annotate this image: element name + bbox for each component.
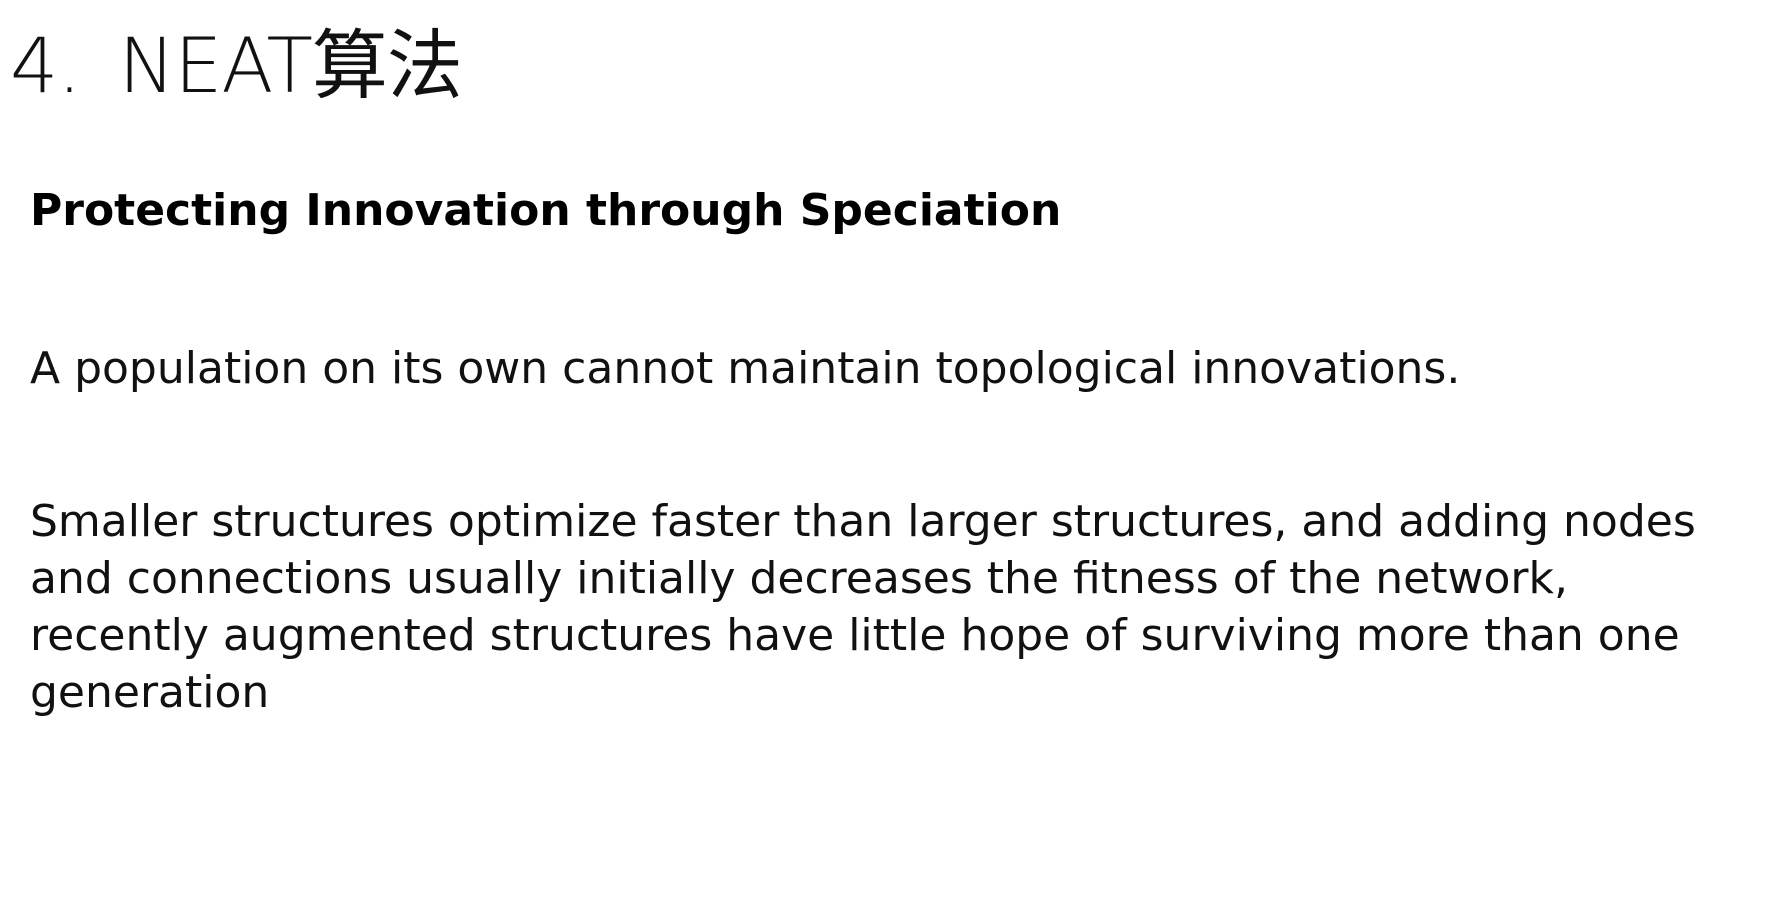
section-heading: Protecting Innovation through Speciation — [30, 185, 1062, 236]
slide: 4. NEAT算法 Protecting Innovation through S… — [0, 0, 1777, 919]
slide-title: 4. NEAT算法 — [10, 21, 463, 110]
title-number: 4. — [10, 21, 82, 110]
paragraph-structures: Smaller structures optimize faster than … — [30, 496, 1696, 718]
title-text: NEAT算法 — [118, 21, 463, 110]
paragraph-population: A population on its own cannot maintain … — [30, 343, 1461, 394]
